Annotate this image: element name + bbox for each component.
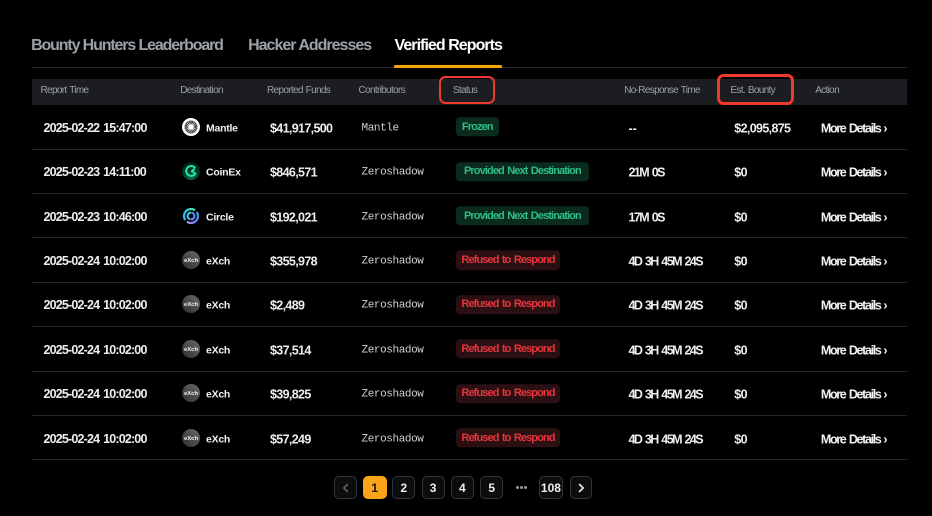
svg-text:eXch: eXch: [183, 303, 198, 309]
svg-text:eXch: eXch: [183, 258, 198, 264]
svg-text:eXch: eXch: [183, 347, 198, 353]
svg-text:eXch: eXch: [183, 392, 198, 398]
svg-text:eXch: eXch: [183, 436, 198, 442]
